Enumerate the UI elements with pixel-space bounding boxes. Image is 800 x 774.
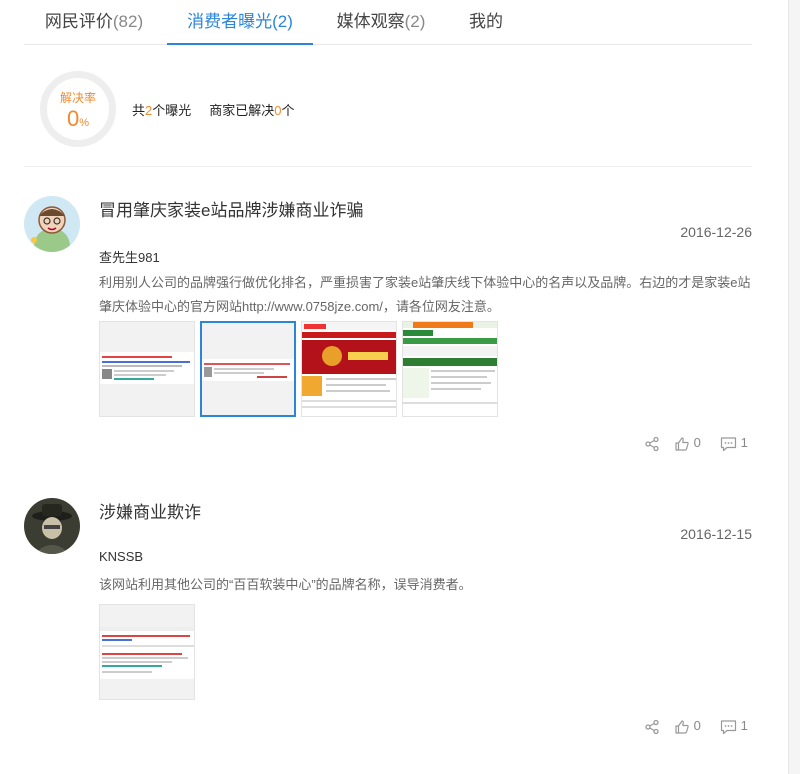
comment-button[interactable]: 1 <box>720 433 748 453</box>
comment-count: 1 <box>740 718 748 733</box>
image-thumbnail[interactable] <box>200 321 296 417</box>
exposure-post: 冒用肇庆家装e站品牌涉嫌商业诈骗 2016-12-26 查先生981 利用别人公… <box>24 196 752 456</box>
thumbs-up-icon <box>675 436 689 451</box>
image-thumbnail[interactable] <box>99 321 195 417</box>
tab-netizen-reviews[interactable]: 网民评价(82) <box>43 0 145 45</box>
like-button[interactable]: 0 <box>674 433 701 453</box>
like-count: 0 <box>693 718 701 733</box>
post-actions: 0 1 <box>644 433 752 453</box>
share-button[interactable] <box>644 716 660 736</box>
comment-icon <box>720 719 737 734</box>
tab-count: (82) <box>112 12 144 31</box>
scrollbar[interactable] <box>788 0 800 774</box>
tab-count: (2) <box>272 12 293 31</box>
screenshot-thumbnail-icon <box>403 322 497 416</box>
comment-icon <box>720 436 737 451</box>
resolution-rate-ring: 解决率 0% <box>40 71 116 147</box>
post-title[interactable]: 冒用肇庆家装e站品牌涉嫌商业诈骗 <box>99 196 363 221</box>
post-body: 利用别人公司的品牌强行做优化排名，严重损害了家装e站肇庆线下体验中心的名声以及品… <box>99 275 751 314</box>
share-icon <box>645 719 659 734</box>
post-date: 2016-12-26 <box>680 224 752 240</box>
tab-label: 我的 <box>469 12 503 31</box>
screenshot-thumbnail-icon <box>302 322 396 416</box>
post-body: 该网站利用其他公司的“百百软装中心”的品牌名称，误导消费者。 <box>99 577 472 592</box>
comment-button[interactable]: 1 <box>720 716 748 736</box>
screenshot-thumbnail-icon <box>100 322 194 416</box>
tab-bar: 网民评价(82) 消费者曝光(2) 媒体观察(2) 我的 <box>24 0 752 45</box>
screenshot-thumbnail-icon <box>100 605 194 699</box>
hat-figure-avatar-icon <box>24 498 80 554</box>
summary-panel: 解决率 0% 共2个曝光 商家已解决0个 <box>24 45 752 167</box>
post-title[interactable]: 涉嫌商业欺诈 <box>99 498 201 523</box>
like-count: 0 <box>693 435 701 450</box>
post-actions: 0 1 <box>644 716 752 736</box>
tab-label: 网民评价 <box>44 12 113 31</box>
solved-count: 0 <box>274 103 282 118</box>
cartoon-avatar-icon <box>24 196 80 252</box>
tab-label: 媒体观察 <box>336 12 405 31</box>
post-username[interactable]: 查先生981 <box>99 247 160 266</box>
exposure-stats: 共2个曝光 商家已解决0个 <box>132 103 295 118</box>
comment-count: 1 <box>740 435 748 450</box>
tab-consumer-exposure[interactable]: 消费者曝光(2) <box>167 0 313 45</box>
screenshot-thumbnail-icon <box>202 323 294 415</box>
exposure-post: 涉嫌商业欺诈 2016-12-15 KNSSB 该网站利用其他公司的“百百软装中… <box>24 498 752 738</box>
tab-label: 消费者曝光 <box>187 12 273 31</box>
post-username[interactable]: KNSSB <box>99 549 143 564</box>
thumbs-up-icon <box>675 719 689 734</box>
resolution-rate-label: 解决率 <box>59 91 96 105</box>
image-thumbnail[interactable] <box>402 321 498 417</box>
tab-mine[interactable]: 我的 <box>468 0 504 45</box>
resolution-rate-value: 0% <box>66 106 90 131</box>
image-thumbnail[interactable] <box>301 321 397 417</box>
image-thumbnail[interactable] <box>99 604 195 700</box>
post-date: 2016-12-15 <box>680 526 752 542</box>
avatar[interactable] <box>24 498 80 554</box>
share-button[interactable] <box>644 433 660 453</box>
avatar[interactable] <box>24 196 80 252</box>
share-icon <box>645 436 659 451</box>
tab-count: (2) <box>404 12 426 31</box>
tab-media-watch[interactable]: 媒体观察(2) <box>334 0 428 45</box>
like-button[interactable]: 0 <box>674 716 701 736</box>
